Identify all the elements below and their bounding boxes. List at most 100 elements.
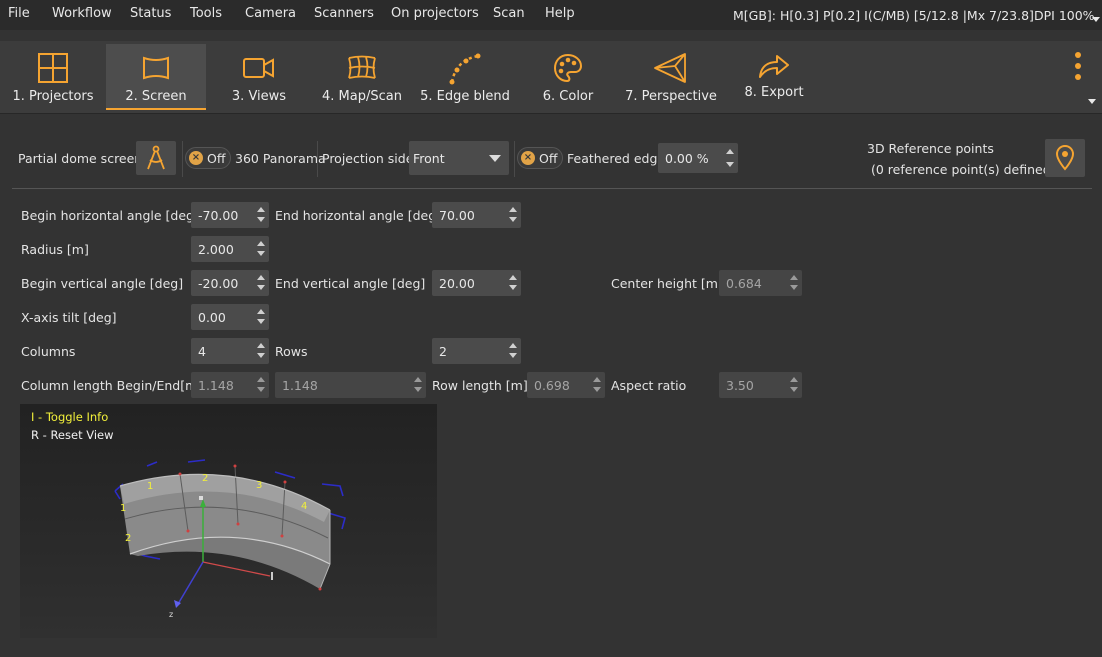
tab-map-scan[interactable]: 4. Map/Scan bbox=[312, 44, 412, 110]
spin-up-icon[interactable] bbox=[257, 309, 265, 314]
spin-down-icon[interactable] bbox=[726, 162, 734, 167]
menu-help[interactable]: Help bbox=[545, 6, 575, 21]
tab-edge-blend[interactable]: 5. Edge blend bbox=[415, 44, 515, 110]
tab-map-scan-label: 4. Map/Scan bbox=[322, 89, 402, 104]
reference-points-button[interactable] bbox=[1045, 139, 1085, 177]
toggle-off-icon: × bbox=[189, 151, 203, 165]
projection-side-select[interactable]: Front bbox=[409, 141, 509, 175]
end-horizontal-angle-input[interactable]: 70.00 bbox=[432, 202, 521, 228]
screen-type-button[interactable] bbox=[136, 141, 176, 175]
rows-label: Rows bbox=[275, 344, 308, 359]
spin-up-icon[interactable] bbox=[509, 343, 517, 348]
menu-scanners[interactable]: Scanners bbox=[314, 6, 374, 21]
tab-color[interactable]: 6. Color bbox=[518, 44, 618, 110]
menu-camera[interactable]: Camera bbox=[245, 6, 296, 21]
column-length-label: Column length Begin/End[m] bbox=[21, 378, 203, 393]
tab-screen[interactable]: 2. Screen bbox=[106, 44, 206, 110]
center-height-value: 0.684 bbox=[726, 276, 762, 291]
menu-on-projectors[interactable]: On projectors bbox=[391, 6, 479, 21]
screen-3d-viewport[interactable]: I - Toggle Info R - Reset View z 1 2 3 4… bbox=[20, 404, 437, 638]
export-arrow-icon bbox=[759, 55, 789, 78]
spin-up-icon[interactable] bbox=[509, 275, 517, 280]
begin-horizontal-angle-input[interactable]: -70.00 bbox=[191, 202, 269, 228]
spin-down-icon[interactable] bbox=[790, 285, 798, 290]
columns-input[interactable]: 4 bbox=[191, 338, 269, 364]
spin-down-icon[interactable] bbox=[509, 285, 517, 290]
center-height-label: Center height [m] bbox=[611, 276, 723, 291]
spin-down-icon[interactable] bbox=[257, 319, 265, 324]
radius-input[interactable]: 2.000 bbox=[191, 236, 269, 262]
columns-value: 4 bbox=[198, 344, 206, 359]
spin-down-icon[interactable] bbox=[257, 353, 265, 358]
video-camera-icon bbox=[243, 58, 274, 78]
tab-views[interactable]: 3. Views bbox=[209, 44, 309, 110]
feathered-edge-toggle-state: Off bbox=[539, 151, 558, 166]
spin-down-icon[interactable] bbox=[414, 387, 422, 392]
menu-workflow[interactable]: Workflow bbox=[52, 6, 112, 21]
spin-up-icon[interactable] bbox=[257, 241, 265, 246]
column-length-begin-input[interactable]: 1.148 bbox=[191, 372, 269, 398]
spin-down-icon[interactable] bbox=[593, 387, 601, 392]
tab-views-label: 3. Views bbox=[231, 89, 287, 104]
options-separator bbox=[12, 188, 1092, 189]
perspective-pyramid-icon bbox=[654, 53, 686, 83]
feathered-edge-input[interactable]: 0.00 % bbox=[658, 143, 738, 173]
aspect-ratio-input[interactable]: 3.50 bbox=[719, 372, 802, 398]
spin-up-icon[interactable] bbox=[257, 343, 265, 348]
spin-up-icon[interactable] bbox=[257, 275, 265, 280]
column-number-4: 4 bbox=[301, 501, 307, 512]
radius-value: 2.000 bbox=[198, 242, 234, 257]
spin-down-icon[interactable] bbox=[257, 217, 265, 222]
begin-horizontal-angle-label: Begin horizontal angle [deg] bbox=[21, 208, 199, 223]
spin-down-icon[interactable] bbox=[257, 387, 265, 392]
center-height-input[interactable]: 0.684 bbox=[719, 270, 802, 296]
tab-perspective[interactable]: 7. Perspective bbox=[621, 44, 721, 110]
spin-up-icon[interactable] bbox=[593, 377, 601, 382]
projection-side-value: Front bbox=[413, 151, 445, 166]
screen-type-label: Partial dome screen bbox=[18, 151, 143, 166]
rows-value: 2 bbox=[439, 344, 447, 359]
tab-export[interactable]: 8. Export bbox=[724, 44, 824, 110]
spin-down-icon[interactable] bbox=[790, 387, 798, 392]
row-length-input[interactable]: 0.698 bbox=[527, 372, 605, 398]
spin-up-icon[interactable] bbox=[257, 377, 265, 382]
toolbar-expand-caret-icon[interactable] bbox=[1088, 99, 1096, 104]
x-axis-tilt-input[interactable]: 0.00 bbox=[191, 304, 269, 330]
begin-vertical-angle-input[interactable]: -20.00 bbox=[191, 270, 269, 296]
spin-up-icon[interactable] bbox=[257, 207, 265, 212]
spin-up-icon[interactable] bbox=[509, 207, 517, 212]
menu-status[interactable]: Status bbox=[130, 6, 171, 21]
spin-up-icon[interactable] bbox=[726, 149, 734, 154]
tab-perspective-label: 7. Perspective bbox=[625, 89, 717, 104]
column-length-begin-value: 1.148 bbox=[198, 378, 234, 393]
menu-file[interactable]: File bbox=[8, 6, 30, 21]
radius-label: Radius [m] bbox=[21, 242, 89, 257]
spin-down-icon[interactable] bbox=[257, 285, 265, 290]
panorama-label: 360 Panorama bbox=[235, 151, 326, 166]
dpi-caret-icon[interactable] bbox=[1092, 17, 1100, 22]
panorama-toggle[interactable]: × Off bbox=[185, 147, 231, 169]
tab-edge-blend-label: 5. Edge blend bbox=[420, 89, 510, 104]
rows-input[interactable]: 2 bbox=[432, 338, 521, 364]
spin-down-icon[interactable] bbox=[257, 251, 265, 256]
menu-scan[interactable]: Scan bbox=[493, 6, 525, 21]
dpi-selector[interactable]: DPI 100% bbox=[1034, 8, 1095, 23]
spin-down-icon[interactable] bbox=[509, 217, 517, 222]
column-length-end-input[interactable]: 1.148 bbox=[275, 372, 426, 398]
end-vertical-angle-value: 20.00 bbox=[439, 276, 475, 291]
spin-down-icon[interactable] bbox=[509, 353, 517, 358]
row-number-1: 1 bbox=[120, 503, 126, 514]
spin-up-icon[interactable] bbox=[414, 377, 422, 382]
more-options-icon[interactable] bbox=[1071, 52, 1085, 86]
svg-text:z: z bbox=[169, 610, 173, 619]
x-axis-tilt-label: X-axis tilt [deg] bbox=[21, 310, 117, 325]
feathered-edge-toggle[interactable]: × Off bbox=[517, 147, 563, 169]
menu-tools[interactable]: Tools bbox=[190, 6, 222, 21]
tab-projectors[interactable]: 1. Projectors bbox=[3, 44, 103, 110]
spin-up-icon[interactable] bbox=[790, 275, 798, 280]
row-number-2: 2 bbox=[125, 533, 131, 544]
palette-icon bbox=[553, 53, 583, 83]
spin-up-icon[interactable] bbox=[790, 377, 798, 382]
column-length-end-value: 1.148 bbox=[282, 378, 318, 393]
end-vertical-angle-input[interactable]: 20.00 bbox=[432, 270, 521, 296]
